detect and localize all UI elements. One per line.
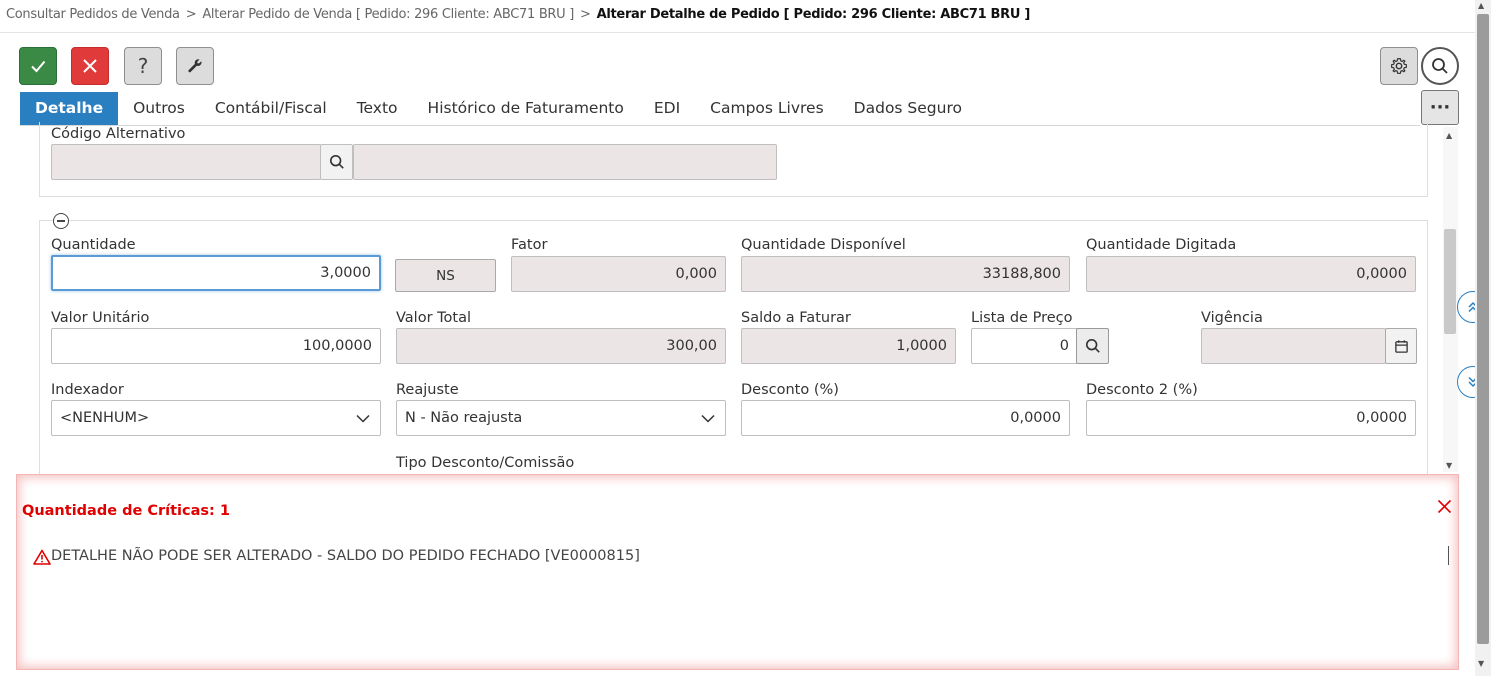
saldo-faturar-field: 1,0000: [741, 328, 956, 364]
valor-unitario-input[interactable]: 100,0000: [51, 328, 381, 364]
form-scrollbar-thumb[interactable]: [1444, 229, 1456, 334]
close-icon: [83, 59, 97, 73]
quantidade-disponivel-field: 33188,800: [741, 256, 1070, 292]
breadcrumb-item-consultar[interactable]: Consultar Pedidos de Venda: [6, 7, 180, 22]
chevron-down-icon: [356, 414, 370, 423]
scroll-up-arrow-icon[interactable]: ▲: [1446, 131, 1452, 140]
tab-bar: Detalhe Outros Contábil/Fiscal Texto His…: [20, 92, 977, 125]
tab-outros[interactable]: Outros: [118, 92, 200, 125]
unidade-button[interactable]: NS: [395, 259, 496, 292]
chevron-down-icon: [701, 414, 715, 423]
scroll-down-arrow-icon[interactable]: ▼: [1446, 461, 1452, 470]
codigo-alternativo-input[interactable]: [51, 144, 321, 180]
calendar-icon: [1394, 339, 1408, 353]
reajuste-selected-value: N - Não reajusta: [405, 410, 523, 426]
breadcrumb: Consultar Pedidos de Venda > Alterar Pedid…: [6, 7, 1030, 22]
breadcrumb-current: Alterar Detalhe de Pedido [ Pedido: 296 …: [596, 7, 1031, 22]
search-icon: [329, 154, 344, 169]
desconto2-label: Desconto 2 (%): [1086, 382, 1198, 398]
vigencia-calendar-button[interactable]: [1385, 328, 1417, 364]
codigo-alternativo-description: [353, 144, 777, 180]
valor-unitario-label: Valor Unitário: [51, 310, 150, 326]
saldo-faturar-label: Saldo a Faturar: [741, 310, 851, 326]
error-panel-close-button[interactable]: [1437, 499, 1452, 518]
reajuste-label: Reajuste: [396, 382, 459, 398]
desconto-label: Desconto (%): [741, 382, 839, 398]
fator-label: Fator: [511, 237, 548, 253]
tipo-desconto-label: Tipo Desconto/Comissão: [396, 455, 575, 471]
page-scroll-up-arrow-icon[interactable]: ▲: [1478, 1, 1484, 10]
indexador-label: Indexador: [51, 382, 124, 398]
cancel-button[interactable]: [71, 47, 109, 85]
breadcrumb-item-alterar-pedido[interactable]: Alterar Pedido de Venda [ Pedido: 296 Cl…: [202, 7, 574, 22]
quantidade-label: Quantidade: [51, 237, 136, 253]
more-options-button[interactable]: ···: [1421, 90, 1459, 125]
desconto2-input[interactable]: 0,0000: [1086, 400, 1416, 436]
lista-preco-input[interactable]: 0: [971, 328, 1078, 364]
error-message: DETALHE NÃO PODE SER ALTERADO - SALDO DO…: [51, 548, 640, 564]
quantidade-digitada-label: Quantidade Digitada: [1086, 237, 1237, 253]
valor-total-field: 300,00: [396, 328, 726, 364]
tab-historico-faturamento[interactable]: Histórico de Faturamento: [413, 92, 639, 125]
indexador-select[interactable]: <NENHUM>: [51, 400, 381, 436]
breadcrumb-separator: >: [580, 7, 591, 22]
search-icon: [1085, 338, 1100, 353]
collapse-icon[interactable]: [53, 213, 69, 229]
close-icon: [1437, 499, 1452, 514]
quantidade-input[interactable]: 3,0000: [51, 255, 381, 291]
warning-icon: [33, 549, 51, 569]
valor-total-label: Valor Total: [396, 310, 472, 326]
search-icon: [1432, 58, 1448, 74]
quantidade-digitada-field: 0,0000: [1086, 256, 1416, 292]
vigencia-label: Vigência: [1201, 310, 1263, 326]
error-panel: [16, 474, 1459, 670]
fator-field: 0,000: [511, 256, 726, 292]
codigo-alternativo-search-button[interactable]: [320, 144, 353, 180]
confirm-button[interactable]: [19, 47, 57, 85]
tab-contabil-fiscal[interactable]: Contábil/Fiscal: [200, 92, 342, 125]
tab-dados-seguro[interactable]: Dados Seguro: [839, 92, 977, 125]
tab-detalhe[interactable]: Detalhe: [20, 92, 119, 125]
vigencia-input[interactable]: [1201, 328, 1386, 364]
tab-texto[interactable]: Texto: [342, 92, 413, 125]
quantidade-disponivel-label: Quantidade Disponível: [741, 237, 906, 253]
error-list-scrollbar[interactable]: [1448, 546, 1449, 565]
lista-preco-label: Lista de Preço: [971, 310, 1073, 326]
reajuste-select[interactable]: N - Não reajusta: [396, 400, 726, 436]
lista-preco-search-button[interactable]: [1076, 328, 1109, 364]
page-scroll-down-arrow-icon[interactable]: ▼: [1478, 659, 1484, 668]
search-button[interactable]: [1421, 47, 1459, 85]
desconto-input[interactable]: 0,0000: [741, 400, 1070, 436]
tools-button[interactable]: [176, 47, 214, 85]
help-button[interactable]: ?: [124, 47, 162, 85]
tab-campos-livres[interactable]: Campos Livres: [695, 92, 839, 125]
page-scrollbar-thumb[interactable]: [1477, 14, 1489, 644]
breadcrumb-separator: >: [185, 7, 197, 22]
check-icon: [31, 60, 46, 73]
wrench-icon: [188, 59, 202, 73]
codigo-alternativo-label: Código Alternativo: [51, 126, 186, 142]
settings-button[interactable]: [1380, 47, 1418, 85]
tab-edi[interactable]: EDI: [639, 92, 695, 125]
indexador-selected-value: <NENHUM>: [60, 410, 150, 426]
header-divider: [0, 32, 1475, 33]
error-count-title: Quantidade de Críticas: 1: [22, 503, 230, 519]
gear-icon: [1391, 58, 1407, 74]
